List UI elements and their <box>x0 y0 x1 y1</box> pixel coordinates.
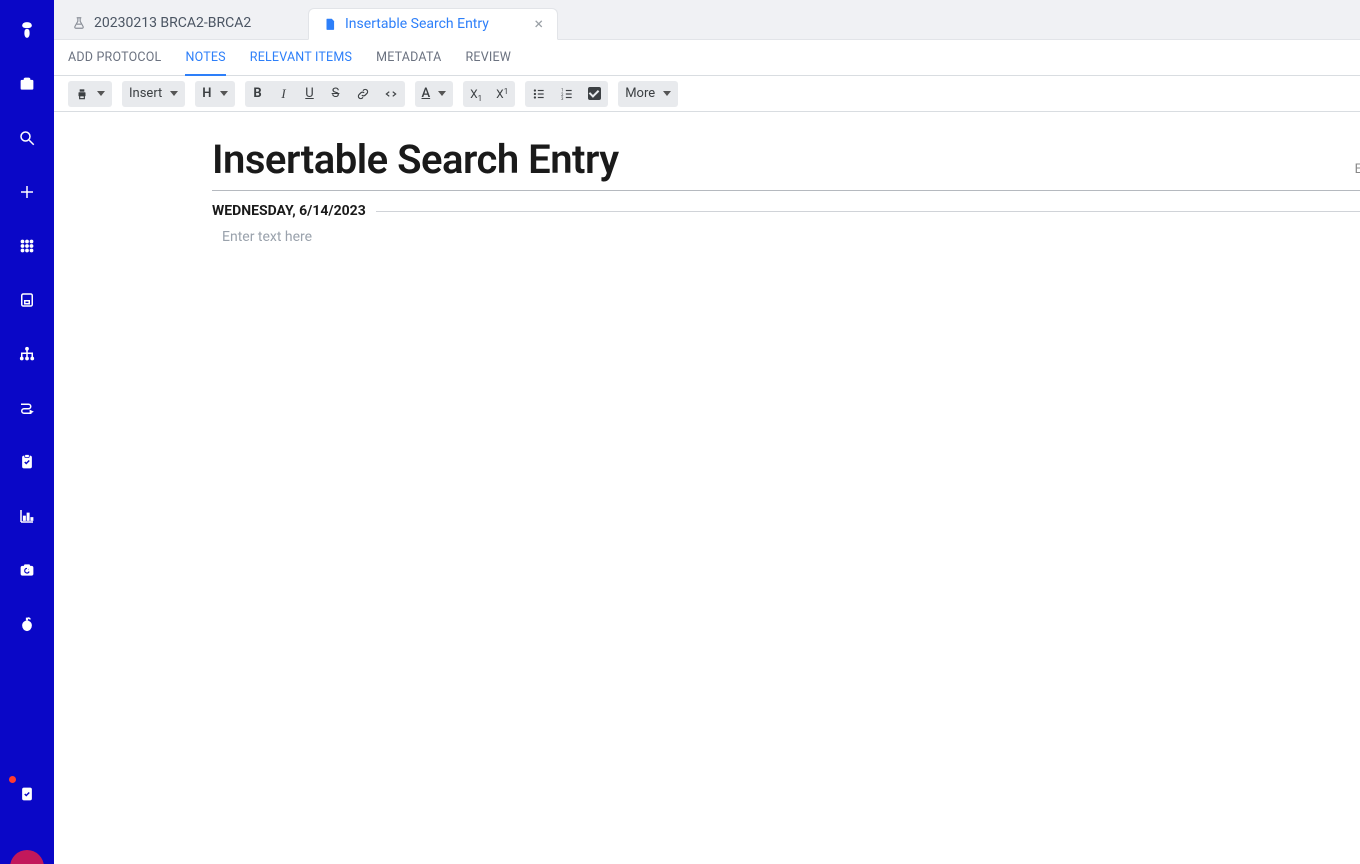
editor-placeholder: Enter text here <box>212 229 1360 245</box>
heading-label: H <box>202 86 211 101</box>
workflow-icon[interactable] <box>11 392 43 424</box>
subnav-relevant-items[interactable]: RELEVANT ITEMS <box>250 40 352 76</box>
analytics-icon[interactable] <box>11 500 43 532</box>
close-tab-button[interactable]: × <box>534 16 543 32</box>
notification-dot <box>9 776 16 783</box>
file-tab-label: Insertable Search Entry <box>345 16 489 32</box>
plus-icon[interactable] <box>11 176 43 208</box>
document-icon <box>323 17 337 31</box>
day-header: WEDNESDAY, 6/14/2023 <box>212 203 1360 219</box>
file-tab-brca2[interactable]: 20230213 BRCA2-BRCA2 <box>58 7 308 39</box>
insert-label: Insert <box>129 86 162 101</box>
heading-button[interactable]: H <box>195 81 234 107</box>
numbered-list-button[interactable]: 123 <box>553 81 581 107</box>
apps-grid-icon[interactable] <box>11 230 43 262</box>
app-sidebar <box>0 0 54 864</box>
apple-icon[interactable] <box>11 608 43 640</box>
entry-subnav: ADD PROTOCOL NOTES RELEVANT ITEMS METADA… <box>54 40 1360 76</box>
subnav-metadata[interactable]: METADATA <box>376 40 441 76</box>
superscript-button[interactable]: X1 <box>489 81 515 107</box>
notifications-icon[interactable] <box>11 778 43 810</box>
document: Insertable Search Entry WEDNESDAY, 6/14/… <box>212 112 1360 529</box>
day-header-text: WEDNESDAY, 6/14/2023 <box>212 203 366 219</box>
experiment-icon <box>72 16 86 30</box>
code-button[interactable] <box>377 81 405 107</box>
editor-toolbar: Insert H B I U S A X1 <box>54 76 1360 112</box>
camera-refresh-icon[interactable] <box>11 554 43 586</box>
italic-button[interactable]: I <box>271 81 297 107</box>
checklist-button[interactable] <box>581 81 608 107</box>
search-icon[interactable] <box>11 122 43 154</box>
document-scroll-area[interactable]: E Insertable Search Entry WEDNESDAY, 6/1… <box>54 112 1360 864</box>
hierarchy-icon[interactable] <box>11 338 43 370</box>
text-format-group: B I U S <box>245 81 405 107</box>
bold-button[interactable]: B <box>245 81 271 107</box>
text-color-button[interactable]: A <box>415 81 454 107</box>
script-group: X1 X1 <box>463 81 515 107</box>
file-tab-label: 20230213 BRCA2-BRCA2 <box>94 15 251 31</box>
checklist-icon <box>588 87 601 100</box>
subnav-notes[interactable]: NOTES <box>185 40 225 76</box>
link-button[interactable] <box>349 81 377 107</box>
main-panel: 20230213 BRCA2-BRCA2 Insertable Search E… <box>54 0 1360 864</box>
subnav-review[interactable]: REVIEW <box>466 40 512 76</box>
underline-button[interactable]: U <box>297 81 323 107</box>
subnav-add-protocol[interactable]: ADD PROTOCOL <box>68 40 161 76</box>
list-group: 123 <box>525 81 608 107</box>
entry-title[interactable]: Insertable Search Entry <box>212 138 1360 188</box>
inventory-icon[interactable] <box>11 284 43 316</box>
title-divider <box>212 190 1360 191</box>
strikethrough-button[interactable]: S <box>323 81 349 107</box>
file-tab-row: 20230213 BRCA2-BRCA2 Insertable Search E… <box>54 0 1360 40</box>
user-avatar[interactable] <box>10 850 44 864</box>
briefcase-icon[interactable] <box>11 68 43 100</box>
subscript-button[interactable]: X1 <box>463 81 489 107</box>
editor-body[interactable]: Enter text here <box>212 229 1360 529</box>
svg-text:3: 3 <box>561 95 564 100</box>
more-label: More <box>625 86 655 101</box>
logo-icon[interactable] <box>11 14 43 46</box>
print-button[interactable] <box>68 81 112 107</box>
insert-button[interactable]: Insert <box>122 81 185 107</box>
more-button[interactable]: More <box>618 81 678 107</box>
tasks-clipboard-icon[interactable] <box>11 446 43 478</box>
file-tab-insertable-search[interactable]: Insertable Search Entry × <box>308 8 558 40</box>
bullet-list-button[interactable] <box>525 81 553 107</box>
